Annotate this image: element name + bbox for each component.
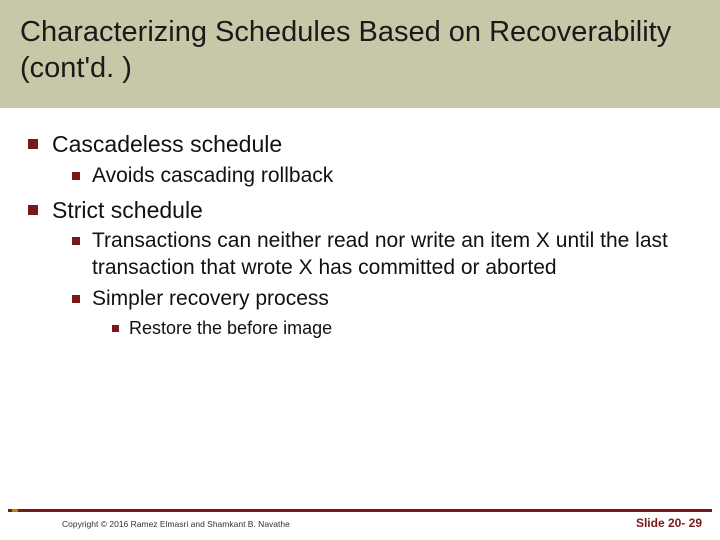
square-bullet-icon <box>72 237 80 245</box>
bullet-row: Simpler recovery process <box>72 286 702 313</box>
bullet-text: Simpler recovery process <box>92 286 329 313</box>
content-area: Cascadeless schedule Avoids cascading ro… <box>28 130 702 346</box>
copyright-text: Copyright © 2016 Ramez Elmasri and Shamk… <box>62 519 290 529</box>
bullet-row: Transactions can neither read nor write … <box>72 228 702 282</box>
square-bullet-icon <box>112 325 119 332</box>
bullet-row: Cascadeless schedule <box>28 130 702 159</box>
bullet-row: Avoids cascading rollback <box>72 163 702 190</box>
slide: Characterizing Schedules Based on Recove… <box>0 0 720 540</box>
square-bullet-icon <box>28 139 38 149</box>
bullet-row: Restore the before image <box>112 317 702 340</box>
square-bullet-icon <box>72 172 80 180</box>
bullet-row: Strict schedule <box>28 196 702 225</box>
bullet-text: Avoids cascading rollback <box>92 163 333 190</box>
list-item: Avoids cascading rollback <box>72 163 702 190</box>
bullet-text: Cascadeless schedule <box>52 130 282 159</box>
footer-stripe <box>8 509 712 512</box>
square-bullet-icon <box>72 295 80 303</box>
slide-title: Characterizing Schedules Based on Recove… <box>20 14 700 87</box>
title-band: Characterizing Schedules Based on Recove… <box>0 0 720 108</box>
list-item: Cascadeless schedule Avoids cascading ro… <box>28 130 702 190</box>
bullet-text: Strict schedule <box>52 196 203 225</box>
slide-number: Slide 20- 29 <box>636 516 702 530</box>
bullet-text: Transactions can neither read nor write … <box>92 228 702 282</box>
list-item: Strict schedule Transactions can neither… <box>28 196 702 341</box>
footer: Copyright © 2016 Ramez Elmasri and Shamk… <box>0 506 720 540</box>
list-item: Restore the before image <box>112 317 702 340</box>
square-bullet-icon <box>28 205 38 215</box>
list-item: Transactions can neither read nor write … <box>72 228 702 340</box>
bullet-text: Restore the before image <box>129 317 332 340</box>
